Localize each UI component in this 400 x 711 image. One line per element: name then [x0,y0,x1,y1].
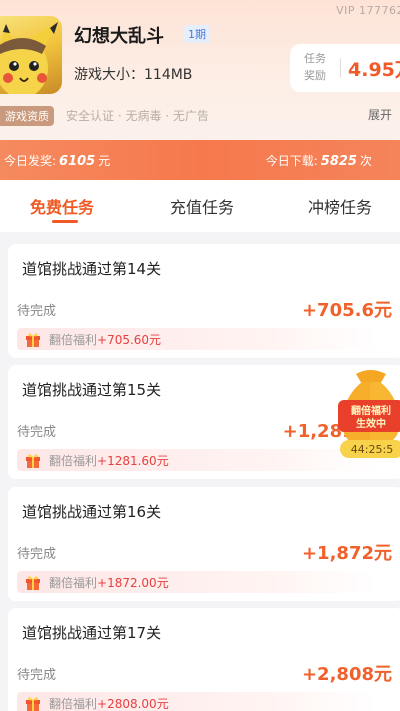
game-title: 幻想大乱斗 [74,26,164,47]
task-title: 道馆挑战通过第17关 [22,624,162,642]
task-card[interactable]: 道馆挑战通过第14关 待完成 +705.6元 翻倍福利+705.60元 [8,244,400,358]
period-badge: 1期 [184,25,210,43]
badge-timer: 44:25:5 [351,443,393,456]
bonus-value: +705.60元 [97,333,162,347]
reward-amount: 4.95万 [348,59,400,81]
cert-text: 安全认证 · 无病毒 · 无广告 [66,109,209,123]
bonus-text: 翻倍福利+1281.60元 [49,452,169,469]
bonus-bar: 翻倍福利+705.60元 [17,328,377,350]
bonus-value: +1281.60元 [97,454,169,468]
task-amount: +705.6元 [301,300,392,321]
bonus-label: 翻倍福利 [49,697,98,711]
vip-id: VIP 177762 [336,4,400,17]
today-award-value: 6105 [59,154,96,169]
today-award-unit: 元 [98,154,111,168]
pikachu-icon [0,22,58,94]
task-amount: +2,808元 [301,664,392,685]
gift-icon [26,697,40,711]
game-header: VIP 177762 幻想大乱斗 1期 游戏大小：114MB 任务奖励 4.95… [0,0,400,140]
bonus-label: 翻倍福利 [49,333,98,347]
task-status: 待完成 [17,547,57,562]
tab-ranking-tasks[interactable]: 冲榜任务 [308,194,372,218]
active-tab-indicator [52,220,78,223]
tab-free-tasks[interactable]: 免费任务 [30,194,94,218]
task-title: 道馆挑战通过第15关 [22,381,162,399]
bonus-label: 翻倍福利 [49,454,98,468]
bonus-text: 翻倍福利+1872.00元 [49,574,169,591]
task-card[interactable]: 道馆挑战通过第16关 待完成 +1,872元 翻倍福利+1872.00元 [8,487,400,601]
today-download-value: 5825 [320,154,357,169]
bonus-bar: 翻倍福利+1281.60元 [17,449,377,471]
stats-bar: 今日发奖: 6105 元 今日下载: 5825 次 [0,140,400,180]
double-bonus-badge[interactable]: 翻倍福利 生效中 44:25:5 [336,366,400,462]
today-download-unit: 次 [359,154,372,168]
today-award-label: 今日发奖: [4,154,57,168]
gift-icon [26,576,40,590]
task-title: 道馆挑战通过第14关 [22,260,162,278]
task-amount: +1,872元 [301,543,392,564]
today-download: 今日下载: 5825 次 [266,152,372,169]
bonus-text: 翻倍福利+2808.00元 [49,695,169,711]
badge-line1: 翻倍福利 [351,404,391,417]
reward-divider [340,58,341,78]
today-award: 今日发奖: 6105 元 [4,152,110,169]
game-icon[interactable] [0,16,62,94]
task-card[interactable]: 道馆挑战通过第17关 待完成 +2,808元 翻倍福利+2808.00元 [8,608,400,711]
badge-line2: 生效中 [356,417,386,430]
task-tabs: 免费任务 充值任务 冲榜任务 [0,180,400,232]
gift-icon [26,454,40,468]
task-status: 待完成 [17,668,57,683]
task-status: 待完成 [17,425,57,440]
task-reward-box: 任务奖励 4.95万 [290,44,400,92]
bonus-label: 翻倍福利 [49,576,98,590]
bonus-bar: 翻倍福利+2808.00元 [17,692,377,711]
bonus-value: +2808.00元 [97,697,169,711]
expand-button[interactable]: 展开 [368,106,392,123]
gift-icon [26,333,40,347]
bonus-text: 翻倍福利+705.60元 [49,331,161,348]
game-size: 游戏大小：114MB [74,67,193,83]
task-status: 待完成 [17,304,57,319]
bonus-value: +1872.00元 [97,576,169,590]
bonus-bar: 翻倍福利+1872.00元 [17,571,377,593]
tab-recharge-tasks[interactable]: 充值任务 [170,194,234,218]
reward-label: 任务奖励 [304,52,326,82]
task-title: 道馆挑战通过第16关 [22,503,162,521]
today-download-label: 今日下载: [265,154,318,168]
money-bag-icon: 翻倍福利 生效中 44:25:5 [338,370,400,458]
cert-badge: 游戏资质 [0,106,54,126]
